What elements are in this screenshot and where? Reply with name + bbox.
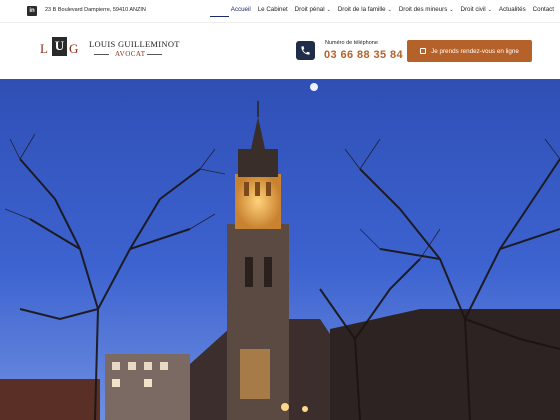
main-nav: Accueil Le Cabinet Droit pénal ⌄ Droit de… [224, 6, 554, 13]
chevron-down-icon: ⌄ [387, 6, 392, 13]
logo-divider [147, 54, 162, 55]
logo-divider [94, 54, 109, 55]
logo-name: LOUIS GUILLEMINOT [89, 39, 180, 49]
chevron-down-icon: ⌄ [326, 6, 331, 13]
logo-letter-l: L [40, 41, 48, 56]
logo-title: AVOCAT [115, 50, 146, 58]
phone-icon[interactable] [296, 41, 315, 60]
calendar-icon [420, 48, 427, 54]
nav-label: Actualités [498, 6, 526, 13]
phone-label: Numéro de téléphone [325, 40, 378, 46]
nav-label: Droit des mineurs [398, 6, 448, 13]
site-header: L U G LOUIS GUILLEMINOT AVOCAT Numéro de… [0, 22, 560, 79]
nav-item-accueil[interactable]: Accueil [231, 6, 251, 13]
church-night-photo-icon [0, 79, 560, 420]
nav-item-droit-mineurs[interactable]: Droit des mineurs ⌄ [399, 6, 454, 13]
office-address: 23 B Boulevard Dampierre, 59410 ANZIN [45, 7, 146, 13]
site-logo[interactable]: L U G LOUIS GUILLEMINOT AVOCAT [40, 37, 179, 67]
chevron-down-icon: ⌄ [449, 6, 454, 13]
nav-item-le-cabinet[interactable]: Le Cabinet [258, 6, 288, 13]
nav-label: Accueil [230, 6, 251, 13]
nav-label: Droit de la famille [337, 6, 386, 13]
phone-number[interactable]: 03 66 88 35 84 [324, 49, 403, 61]
hero-image [0, 79, 560, 420]
nav-item-contact[interactable]: Contact [533, 6, 554, 13]
logo-letter-u: U [54, 38, 65, 53]
nav-label: Le Cabinet [257, 6, 288, 13]
nav-label: Contact [532, 6, 554, 13]
top-bar: in 23 B Boulevard Dampierre, 59410 ANZIN… [0, 0, 560, 22]
nav-item-droit-penal[interactable]: Droit pénal ⌄ [295, 6, 331, 13]
nav-label: Droit pénal [294, 6, 325, 13]
nav-item-droit-civil[interactable]: Droit civil ⌄ [461, 6, 492, 13]
active-nav-underline [210, 16, 229, 17]
nav-label: Droit civil [460, 6, 486, 13]
nav-item-actualites[interactable]: Actualités [499, 6, 526, 13]
book-appointment-button[interactable]: Je prends rendez-vous en ligne [407, 40, 532, 62]
chevron-down-icon: ⌄ [487, 6, 492, 13]
linkedin-icon[interactable]: in [27, 6, 37, 16]
book-appointment-label: Je prends rendez-vous en ligne [431, 47, 519, 55]
nav-item-droit-famille[interactable]: Droit de la famille ⌄ [338, 6, 392, 13]
logo-letter-g: G [69, 41, 79, 56]
